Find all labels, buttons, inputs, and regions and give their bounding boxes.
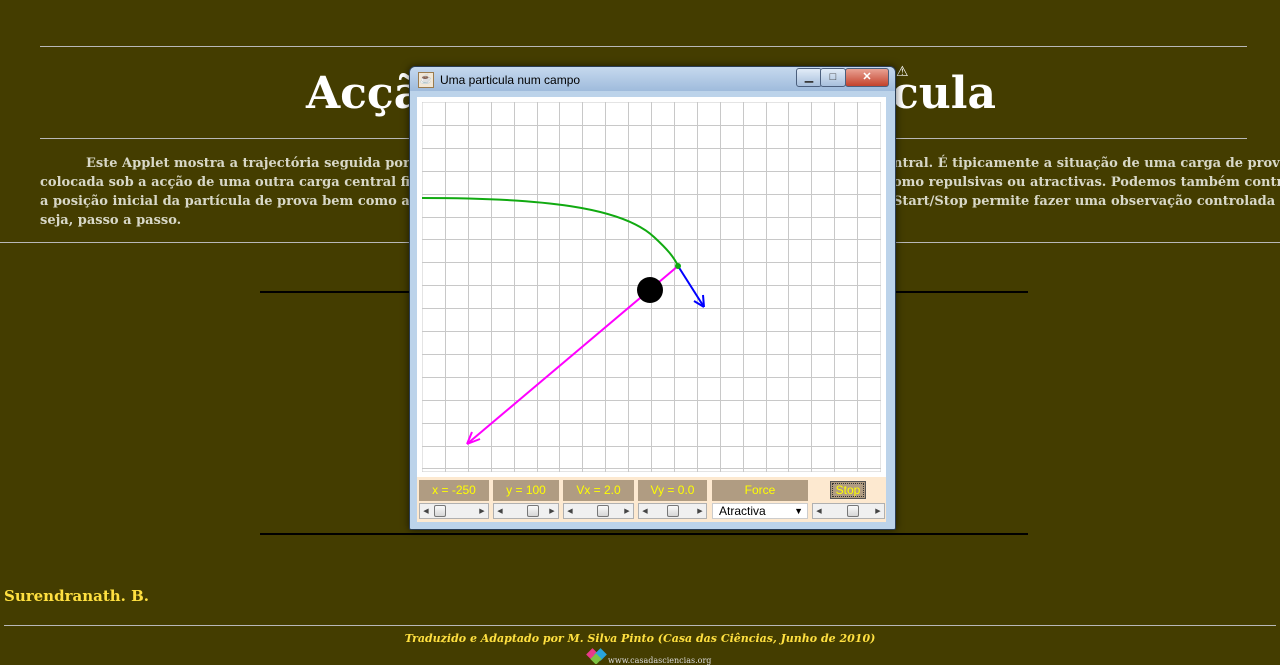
top-rule	[40, 46, 1247, 47]
scroll-right-icon[interactable]: ▶	[621, 504, 633, 518]
desc-line-2: colocada sob a acção de uma outra carga …	[40, 175, 476, 190]
scroll-right-icon[interactable]: ▶	[872, 504, 884, 518]
stop-button[interactable]: Stop	[830, 481, 866, 499]
close-icon[interactable]: ✕	[845, 68, 889, 87]
scroll-right-icon[interactable]: ▶	[476, 504, 488, 518]
desc-line-3: a posição inicial da partícula de prova …	[40, 194, 474, 209]
desc-line-1: Este Applet mostra a trajectória seguida…	[86, 156, 446, 171]
scroll-left-icon[interactable]: ◀	[813, 504, 825, 518]
applet-bottom-rule	[260, 533, 1028, 535]
speed-slider[interactable]: ◀ ▶	[812, 503, 885, 519]
y-slider[interactable]: ◀ ▶	[493, 503, 559, 519]
force-label: Force	[712, 480, 808, 501]
applet-client: x = -250 y = 100 Vx = 2.0 Vy = 0.0 Force…	[417, 97, 886, 522]
applet-window: ☕ Uma particula num campo ▁ □ ✕ x = -250…	[409, 66, 896, 530]
test-particle[interactable]	[675, 263, 681, 269]
maximize-icon[interactable]: □	[820, 68, 846, 87]
controls-panel: x = -250 y = 100 Vx = 2.0 Vy = 0.0 Force…	[417, 477, 886, 522]
desc-right-line-1: ntral. É tipicamente a situação de uma c…	[893, 156, 1280, 171]
author: Surendranath. B.	[4, 587, 150, 605]
force-type-value: Atractiva	[719, 504, 766, 518]
y-slider-thumb[interactable]	[527, 505, 539, 517]
description-left: Este Applet mostra a trajectória seguida…	[40, 154, 476, 230]
desc-right-line-2: omo repulsivas ou atractivas. Podemos ta…	[893, 175, 1280, 190]
window-titlebar[interactable]: ☕ Uma particula num campo ▁ □ ✕	[410, 67, 895, 91]
force-type-select[interactable]: Atractiva ▼	[712, 503, 808, 519]
scroll-right-icon[interactable]: ▶	[694, 504, 706, 518]
x-label: x = -250	[419, 480, 489, 501]
window-title: Uma particula num campo	[440, 73, 581, 87]
credit: Traduzido e Adaptado por M. Silva Pinto …	[404, 632, 876, 645]
vx-slider-thumb[interactable]	[597, 505, 609, 517]
scroll-right-icon[interactable]: ▶	[546, 504, 558, 518]
footer-rule	[4, 625, 1276, 626]
java-cup-icon[interactable]: ☕	[418, 72, 434, 88]
vy-slider-thumb[interactable]	[667, 505, 679, 517]
speed-slider-thumb[interactable]	[847, 505, 859, 517]
vx-label: Vx = 2.0	[563, 480, 634, 501]
scroll-left-icon[interactable]: ◀	[639, 504, 651, 518]
vy-slider[interactable]: ◀ ▶	[638, 503, 707, 519]
vx-slider[interactable]: ◀ ▶	[563, 503, 634, 519]
scroll-left-icon[interactable]: ◀	[494, 504, 506, 518]
x-slider[interactable]: ◀ ▶	[419, 503, 489, 519]
chevron-down-icon[interactable]: ▼	[794, 504, 803, 518]
central-charge	[637, 277, 663, 303]
warning-icon: ⚠	[896, 64, 909, 80]
desc-right-line-3: Start/Stop permite fazer uma observação …	[893, 194, 1280, 209]
vy-label: Vy = 0.0	[638, 480, 707, 501]
minimize-icon[interactable]: ▁	[796, 68, 822, 87]
scroll-left-icon[interactable]: ◀	[420, 504, 432, 518]
description-right: ntral. É tipicamente a situação de uma c…	[893, 154, 1280, 211]
simulation-canvas[interactable]	[422, 102, 881, 472]
y-label: y = 100	[493, 480, 559, 501]
page-title-left: Acçã	[306, 68, 423, 119]
scroll-left-icon[interactable]: ◀	[564, 504, 576, 518]
desc-line-4: seja, passo a passo.	[40, 213, 182, 228]
casa-das-ciencias-logo[interactable]	[586, 648, 610, 664]
x-slider-thumb[interactable]	[434, 505, 446, 517]
